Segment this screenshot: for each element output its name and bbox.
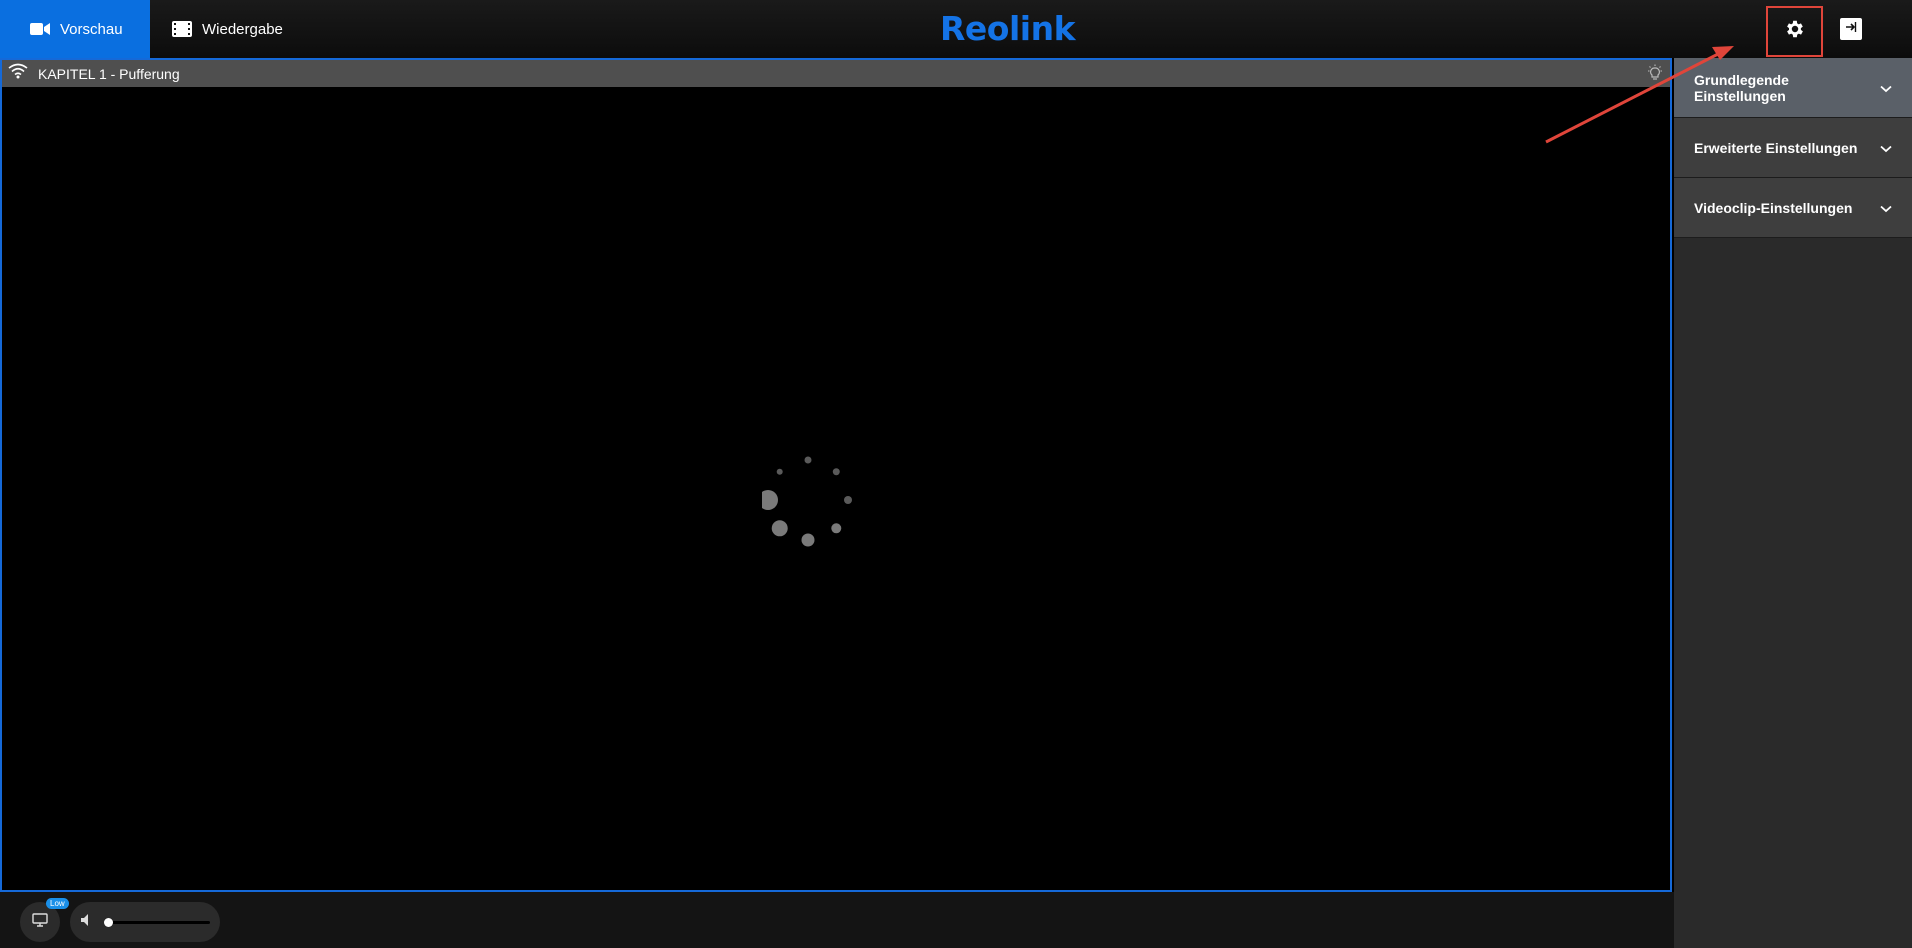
settings-button[interactable] [1766, 6, 1823, 57]
spinner-dot [801, 533, 815, 547]
channel-title: KAPITEL 1 - Pufferung [38, 65, 180, 82]
spinner-dot [776, 468, 783, 475]
channel-status-bar: KAPITEL 1 - Pufferung [2, 60, 1670, 87]
volume-slider-handle[interactable] [104, 918, 113, 927]
tab-playback[interactable]: Wiedergabe [150, 0, 300, 58]
player-controls-bar: Low [0, 892, 1674, 948]
accordion-label: Erweiterte Einstellungen [1694, 139, 1858, 156]
accordion-label: Grundlegende Einstellungen [1694, 71, 1789, 104]
spinner-dot [762, 490, 778, 510]
spinner-dot [804, 456, 812, 464]
accordion-label: Videoclip-Einstellungen [1694, 199, 1853, 216]
logout-button[interactable] [1840, 18, 1862, 40]
reolink-logo: Reolink [940, 9, 1076, 48]
stream-quality-badge: Low [46, 898, 69, 909]
monitor-icon [32, 912, 48, 932]
video-camera-icon [30, 22, 50, 36]
top-navigation-bar: Vorschau Wiedergabe Reolink [0, 0, 1912, 58]
volume-control[interactable] [70, 902, 220, 942]
spinner-dot [844, 496, 852, 504]
loading-spinner-icon [762, 456, 852, 547]
gear-icon [1784, 18, 1806, 45]
chevron-down-icon [1880, 200, 1892, 216]
accordion-advanced-settings[interactable]: Erweiterte Einstellungen [1674, 118, 1912, 178]
video-player[interactable]: KAPITEL 1 - Pufferung [0, 58, 1672, 892]
lightbulb-icon[interactable] [1646, 64, 1664, 87]
spinner-dot [771, 520, 788, 537]
speaker-icon[interactable] [80, 913, 94, 932]
accordion-basic-settings[interactable]: Grundlegende Einstellungen [1674, 58, 1912, 118]
volume-slider-track[interactable] [106, 921, 210, 924]
chevron-down-icon [1880, 80, 1892, 96]
spinner-dot [831, 523, 842, 534]
accordion-videoclip-settings[interactable]: Videoclip-Einstellungen [1674, 178, 1912, 238]
film-icon [172, 21, 192, 37]
wifi-icon [8, 63, 28, 84]
tab-preview-label: Vorschau [60, 20, 123, 38]
spinner-dot [832, 468, 840, 476]
chevron-down-icon [1880, 140, 1892, 156]
tab-preview[interactable]: Vorschau [0, 0, 150, 58]
tab-playback-label: Wiedergabe [202, 20, 283, 38]
settings-sidebar: Grundlegende Einstellungen Erweiterte Ei… [1674, 58, 1912, 948]
logout-icon [1844, 20, 1858, 39]
